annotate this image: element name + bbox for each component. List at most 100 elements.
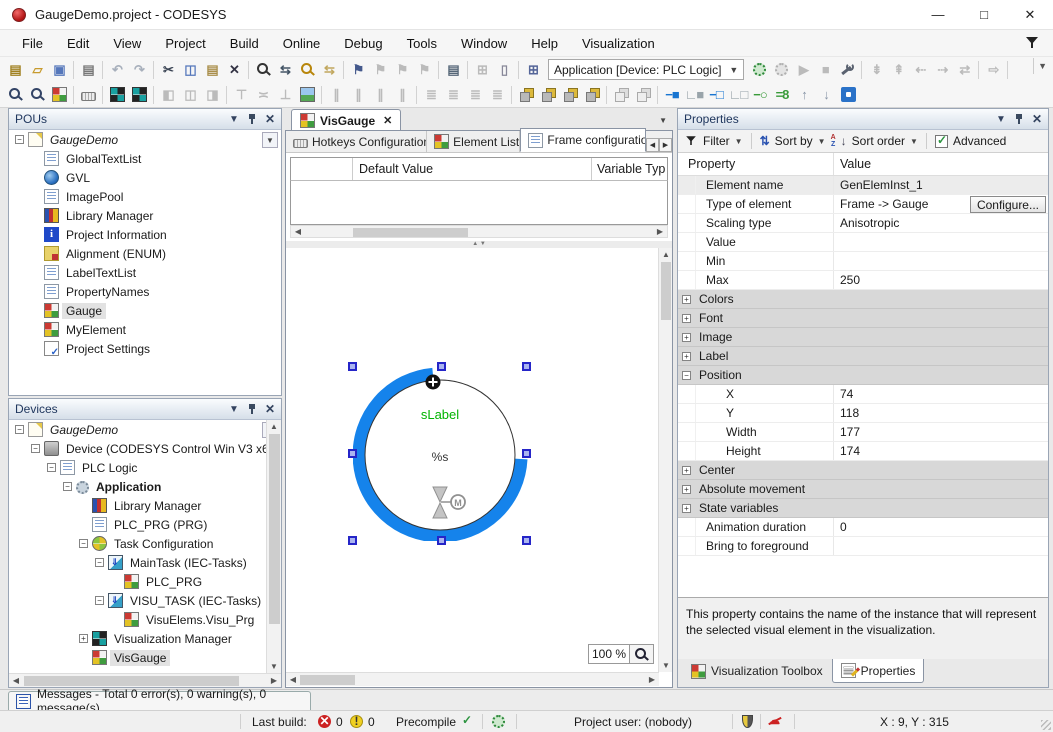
watch-list-button[interactable]: ⊞ [522, 59, 544, 81]
tree-item-plc-prg[interactable]: PLC_PRG [9, 572, 281, 591]
build-wrench-button[interactable] [836, 59, 858, 81]
cloud-offline-icon[interactable]: ☁ [768, 714, 780, 727]
tree-item-gauge[interactable]: Gauge [9, 301, 281, 320]
run-to-cursor-button[interactable]: ⇢ [931, 59, 953, 81]
tree-item-project-settings[interactable]: Project Settings [9, 339, 281, 358]
tab-visgauge[interactable]: VisGauge ✕ [291, 109, 401, 131]
tree-item-task-configuration[interactable]: −Task Configuration [9, 534, 281, 553]
menu-file[interactable]: File [10, 32, 55, 55]
tree-item-visualization-manager[interactable]: +Visualization Manager [9, 629, 281, 648]
toolbar-overflow-icon[interactable]: ▼ [1033, 58, 1051, 74]
tree-item-maintask-iec-tasks[interactable]: −MainTask (IEC-Tasks) [9, 553, 281, 572]
tree-item-visu-task-iec-tasks[interactable]: −VISU_TASK (IEC-Tasks) [9, 591, 281, 610]
visu-toolbox-button[interactable] [106, 84, 128, 106]
property-row-element-name[interactable]: Element nameGenElemInst_1 [678, 176, 1048, 195]
project-user[interactable]: Project user: (nobody) [574, 715, 692, 729]
property-value[interactable] [833, 537, 1048, 555]
pous-tree-dropdown-icon[interactable]: ▼ [262, 132, 278, 148]
property-value[interactable]: 250 [833, 271, 1048, 289]
tab-close-icon[interactable]: ✕ [383, 114, 392, 127]
property-row-center[interactable]: +Center [678, 461, 1048, 480]
copy-button[interactable]: ◫ [179, 59, 201, 81]
resize-handle-e[interactable] [522, 449, 531, 458]
bring-forward-button[interactable] [559, 84, 581, 106]
tree-item-plc-prg-prg[interactable]: PLC_PRG (PRG) [9, 515, 281, 534]
space-h2-button[interactable]: ≣ [464, 84, 486, 106]
menu-view[interactable]: View [101, 32, 153, 55]
resize-handle-s[interactable] [437, 536, 446, 545]
property-value[interactable]: 118 [833, 404, 1048, 422]
replace-button[interactable]: ⇆ [274, 59, 296, 81]
tree-item-plc-logic[interactable]: −PLC Logic [9, 458, 281, 477]
property-value[interactable]: GenElemInst_1 [833, 176, 1048, 194]
sort-by-dropdown-icon[interactable]: ▼ [818, 137, 826, 146]
combo-dropdown-icon[interactable]: ▼ [729, 65, 738, 75]
expander-icon[interactable]: + [79, 634, 88, 643]
bookmark-next-button[interactable]: ⚑ [391, 59, 413, 81]
subtab-frame-configuratio[interactable]: Frame configuratio [520, 128, 646, 152]
visualization-styles-button[interactable] [26, 84, 48, 106]
property-value[interactable]: 174 [833, 442, 1048, 460]
expander-icon[interactable]: − [47, 463, 56, 472]
variable-type-column-header[interactable]: Variable Typ [591, 158, 667, 180]
devices-panel-header[interactable]: Devices ▼ ✕ [9, 399, 281, 420]
property-row-value[interactable]: Value [678, 233, 1048, 252]
size-grid-button[interactable]: ∥ [391, 84, 413, 106]
resize-grip[interactable] [1041, 720, 1051, 730]
align-bottom-right-button[interactable]: ∟□ [727, 84, 749, 106]
tree-item-library-manager[interactable]: Library Manager [9, 206, 281, 225]
tree-item-propertynames[interactable]: PropertyNames [9, 282, 281, 301]
property-value[interactable]: 177 [833, 423, 1048, 441]
default-value-column-header[interactable]: Default Value [353, 162, 591, 176]
property-row-x[interactable]: X74 [678, 385, 1048, 404]
bookmark-clear-button[interactable]: ⚑ [413, 59, 435, 81]
configure-button[interactable]: Configure... [970, 196, 1046, 213]
replace-in-files-button[interactable]: ⇆ [318, 59, 340, 81]
resize-handle-w[interactable] [348, 449, 357, 458]
interface-editor-button[interactable] [4, 84, 26, 106]
size-both-button[interactable]: ∥ [369, 84, 391, 106]
undo-button[interactable]: ↶ [106, 59, 128, 81]
subtab-element-list[interactable]: Element List [427, 131, 520, 152]
property-row-label[interactable]: +Label [678, 347, 1048, 366]
paste-button[interactable]: ▤ [201, 59, 223, 81]
tree-item-globaltextlist[interactable]: GlobalTextList [9, 149, 281, 168]
step-into-button[interactable]: ⇞ [887, 59, 909, 81]
tree-item-gaugedemo[interactable]: −GaugeDemo [9, 130, 281, 149]
hotkeys-button[interactable] [77, 84, 99, 106]
expander-icon[interactable]: − [63, 482, 72, 491]
send-backward-button[interactable] [581, 84, 603, 106]
property-row-image[interactable]: +Image [678, 328, 1048, 347]
expander-icon[interactable]: + [682, 485, 691, 494]
pous-close-icon[interactable]: ✕ [265, 112, 275, 126]
bookmark-prev-button[interactable]: ⚑ [369, 59, 391, 81]
minimize-button[interactable]: — [915, 0, 961, 29]
align-left-edge-button[interactable]: −■ [661, 84, 683, 106]
stop-button[interactable]: ■ [814, 59, 836, 81]
expander-icon[interactable]: − [79, 539, 88, 548]
logout-button[interactable] [770, 59, 792, 81]
property-row-y[interactable]: Y118 [678, 404, 1048, 423]
tree-item-gaugedemo[interactable]: −GaugeDemo [9, 420, 281, 439]
tab-list-dropdown-icon[interactable]: ▼ [659, 116, 667, 125]
property-value[interactable] [833, 233, 1048, 251]
table-horizontal-scrollbar[interactable]: ◀ ▶ [290, 225, 668, 238]
tree-item-project-information[interactable]: Project Information [9, 225, 281, 244]
menu-window[interactable]: Window [449, 32, 519, 55]
expander-icon[interactable]: + [682, 295, 691, 304]
align-bottom-button[interactable]: ⊥ [274, 84, 296, 106]
properties-dialog-button[interactable]: ▤ [442, 59, 464, 81]
ungroup-button[interactable] [632, 84, 654, 106]
sort-by-button[interactable]: Sort by [775, 134, 813, 148]
background-image-button[interactable] [296, 84, 318, 106]
property-column-header[interactable]: Property [678, 157, 833, 171]
value-column-header[interactable]: Value [833, 153, 1048, 175]
gauge-element[interactable]: sLabel %s M [353, 367, 530, 541]
advanced-checkbox[interactable] [935, 135, 948, 148]
property-row-type-of-element[interactable]: Type of elementFrame -> GaugeConfigure..… [678, 195, 1048, 214]
zoom-menu-button[interactable] [630, 644, 654, 664]
move-up-button[interactable]: ↑ [793, 84, 815, 106]
sort-order-dropdown-icon[interactable]: ▼ [910, 137, 918, 146]
tree-item-labeltextlist[interactable]: LabelTextList [9, 263, 281, 282]
visu-manager-button[interactable] [128, 84, 150, 106]
